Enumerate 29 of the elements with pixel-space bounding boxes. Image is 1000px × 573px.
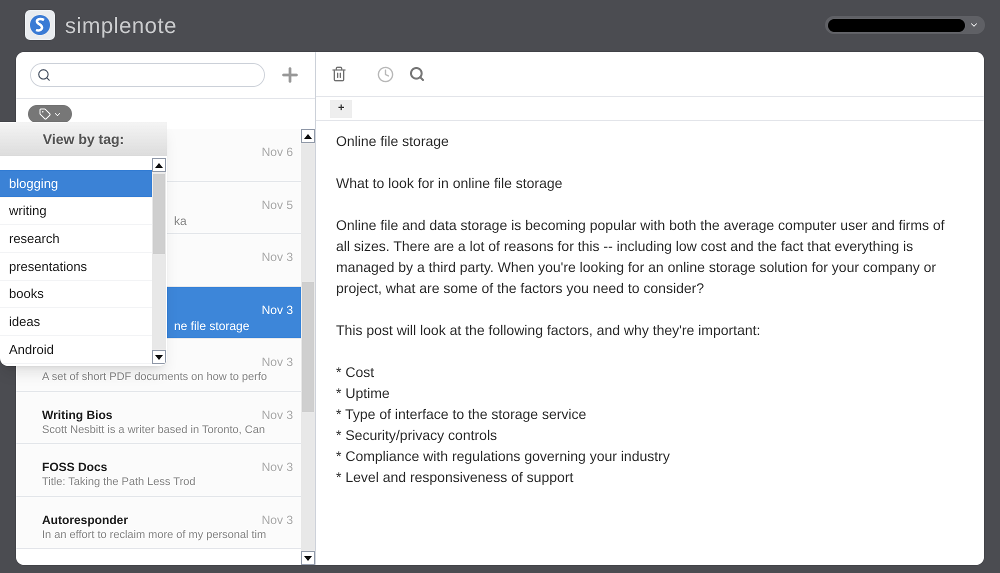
note-date: Nov 3 bbox=[262, 302, 293, 318]
note-text: * Cost bbox=[336, 363, 376, 382]
note-title: FOSS Docs bbox=[42, 459, 108, 476]
note-text: This post will look at the following factors, and why they're important: bbox=[336, 321, 762, 340]
note-title: Writing Bios bbox=[42, 406, 112, 424]
note-date: Nov 3 bbox=[262, 354, 293, 371]
note-date: Nov 5 bbox=[262, 196, 293, 214]
note-text: * Uptime bbox=[336, 384, 391, 403]
note-preview: ka bbox=[174, 214, 187, 228]
note-text: What to look for in online file storage bbox=[336, 174, 564, 193]
app-name: simplenote bbox=[65, 12, 177, 40]
note-text: Online file storage bbox=[336, 132, 450, 151]
note-date: Nov 3 bbox=[262, 249, 293, 266]
note-date: Nov 3 bbox=[262, 512, 293, 528]
note-text: * Type of interface to the storage service bbox=[336, 405, 588, 424]
note-preview: In an effort to reclaim more of my personal tim bbox=[42, 528, 266, 540]
note-date: Nov 3 bbox=[262, 459, 293, 476]
note-preview: ne file storage bbox=[174, 318, 250, 332]
tag-menu-title: View by tag: bbox=[42, 130, 124, 149]
note-date: Nov 6 bbox=[262, 144, 293, 161]
note-text: * Security/privacy controls bbox=[336, 426, 498, 445]
note-title: Autoresponder bbox=[42, 512, 128, 528]
note-preview: A set of short PDF documents on how to perfo bbox=[42, 371, 268, 383]
note-preview: Scott Nesbitt is a writer based in Toronto, Can bbox=[42, 424, 265, 436]
note-preview: Title: Taking the Path Less Trod bbox=[42, 476, 196, 488]
note-text: * Level and responsiveness of support bbox=[336, 468, 574, 487]
note-date: Nov 3 bbox=[262, 406, 293, 424]
note-text: Online file and data storage is becoming popular with both the average computer user and firms of all sizes. There are a lot of reasons for this -- including low cost and the fact that everything is managed by a third party. When you're looking for an online storage solution for your company or project, what are some of the factors you need to consider? bbox=[336, 216, 946, 298]
note-text: * Compliance with regulations governing your industry bbox=[336, 447, 671, 466]
